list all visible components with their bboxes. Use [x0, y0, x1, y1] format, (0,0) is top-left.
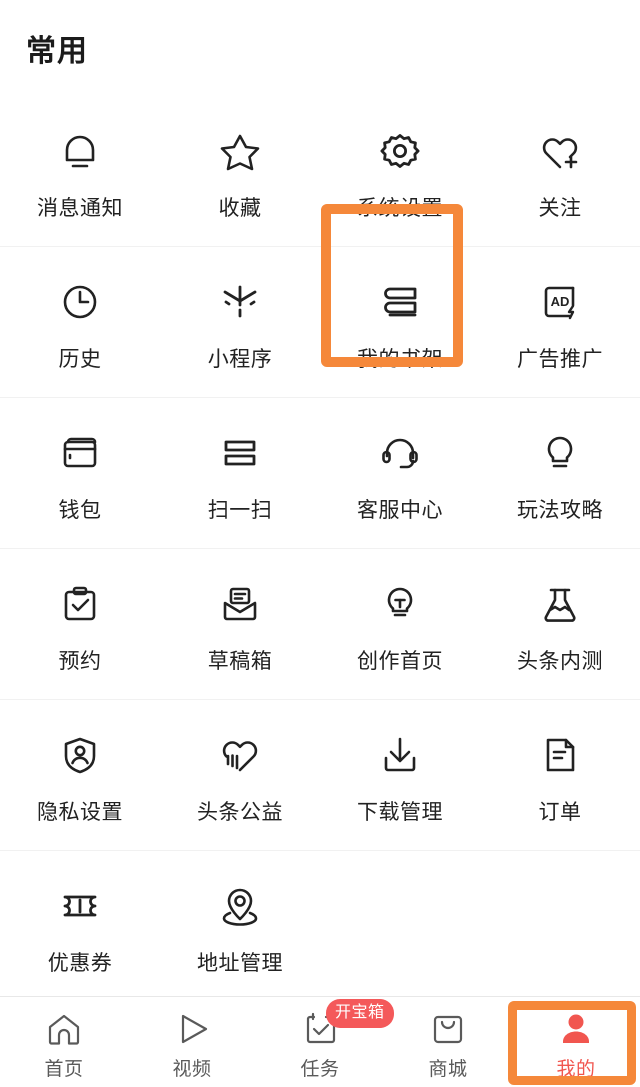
grid-item-label: 客服中心 — [357, 499, 443, 522]
grid-row: 消息通知 收藏 系统设置 关注 — [0, 96, 640, 247]
download-icon — [371, 726, 429, 784]
grid-item-toutiao-charity[interactable]: 头条公益 — [160, 700, 320, 850]
grid-item-label: 收藏 — [218, 197, 262, 220]
grid-item-label: 订单 — [538, 801, 582, 824]
grid-item-system-settings[interactable]: 系统设置 — [320, 96, 480, 246]
nav-item-tasks[interactable]: 开宝箱 任务 — [256, 997, 394, 1087]
flask-icon — [531, 575, 589, 633]
headset-icon — [371, 424, 429, 482]
grid-item-download-manager[interactable]: 下载管理 — [320, 700, 480, 850]
grid-item-label: 历史 — [58, 348, 102, 371]
bulb-text-icon — [371, 575, 429, 633]
shield-person-icon — [51, 726, 109, 784]
grid-item-appointment[interactable]: 预约 — [0, 549, 160, 699]
grid-item-label: 创作首页 — [357, 650, 443, 673]
home-icon — [43, 1008, 85, 1050]
grid-item-drafts[interactable]: 草稿箱 — [160, 549, 320, 699]
grid-item-label: 头条公益 — [197, 801, 283, 824]
nav-item-mall[interactable]: 商城 — [384, 997, 512, 1087]
bookshelf-icon — [371, 273, 429, 331]
grid-item-creation-home[interactable]: 创作首页 — [320, 549, 480, 699]
play-icon — [171, 1008, 213, 1050]
grid-item-wallet[interactable]: 钱包 — [0, 398, 160, 548]
grid-item-message-notification[interactable]: 消息通知 — [0, 96, 160, 246]
grid-item-my-bookshelf[interactable]: 我的书架 — [320, 247, 480, 397]
grid-item-label: 扫一扫 — [207, 499, 273, 522]
nav-item-label: 商城 — [428, 1058, 468, 1080]
grid-item-label: 草稿箱 — [207, 650, 273, 673]
heart-plus-icon — [531, 122, 589, 180]
grid-item-scan[interactable]: 扫一扫 — [160, 398, 320, 548]
grid-item-label: 消息通知 — [37, 197, 123, 220]
nav-item-video[interactable]: 视频 — [128, 997, 256, 1087]
wallet-icon — [51, 424, 109, 482]
grid-item-orders[interactable]: 订单 — [480, 700, 640, 850]
grid-item-history[interactable]: 历史 — [0, 247, 160, 397]
person-icon — [555, 1008, 597, 1050]
grid-item-label: 预约 — [58, 650, 102, 673]
bottom-navigation-bar: 首页 视频 开宝箱 任务 商城 我的 — [0, 996, 640, 1087]
shortcut-grid: 消息通知 收藏 系统设置 关注 历史 小程序 我的书架 AD 广告推广 钱包 扫… — [0, 96, 640, 1002]
grid-item-label: 系统设置 — [357, 197, 443, 220]
ad-icon: AD — [531, 273, 589, 331]
grid-item-label: 钱包 — [58, 499, 102, 522]
bell-icon — [51, 122, 109, 180]
grid-item-gameplay-guide[interactable]: 玩法攻略 — [480, 398, 640, 548]
grid-item-privacy-settings[interactable]: 隐私设置 — [0, 700, 160, 850]
grid-item-label: 玩法攻略 — [517, 499, 603, 522]
nav-item-label: 任务 — [300, 1058, 340, 1080]
nav-item-mine[interactable]: 我的 — [512, 997, 640, 1087]
clock-icon — [51, 273, 109, 331]
shopping-bag-icon — [427, 1008, 469, 1050]
draft-envelope-icon — [211, 575, 269, 633]
lightbulb-icon — [531, 424, 589, 482]
grid-item-label: 广告推广 — [517, 348, 603, 371]
document-icon — [531, 726, 589, 784]
page-title: 常用 — [26, 35, 88, 68]
grid-item-ad-promotion[interactable]: AD 广告推广 — [480, 247, 640, 397]
clipboard-check-icon — [51, 575, 109, 633]
heart-hand-icon — [211, 726, 269, 784]
gear-icon — [371, 122, 429, 180]
grid-item-label: 头条内测 — [517, 650, 603, 673]
grid-item-toutiao-beta[interactable]: 头条内测 — [480, 549, 640, 699]
svg-text:AD: AD — [551, 294, 570, 309]
page-header: 常用 — [0, 0, 640, 96]
nav-item-home[interactable]: 首页 — [0, 997, 128, 1087]
nav-item-label: 视频 — [172, 1058, 212, 1080]
location-pin-icon — [211, 877, 269, 935]
coupon-ticket-icon — [51, 877, 109, 935]
star-icon — [211, 122, 269, 180]
grid-item-label: 隐私设置 — [37, 801, 123, 824]
grid-item-customer-service[interactable]: 客服中心 — [320, 398, 480, 548]
nav-item-label: 首页 — [44, 1058, 84, 1080]
grid-item-address-manager[interactable]: 地址管理 — [160, 851, 320, 1001]
grid-item-coupon[interactable]: 优惠券 — [0, 851, 160, 1001]
grid-item-mini-program[interactable]: 小程序 — [160, 247, 320, 397]
grid-row: 隐私设置 头条公益 下载管理 订单 — [0, 700, 640, 851]
mini-program-icon — [211, 273, 269, 331]
scan-icon — [211, 424, 269, 482]
grid-item-label: 优惠券 — [47, 952, 113, 975]
grid-row: 钱包 扫一扫 客服中心 玩法攻略 — [0, 398, 640, 549]
grid-item-follow[interactable]: 关注 — [480, 96, 640, 246]
grid-item-label: 小程序 — [207, 348, 273, 371]
grid-item-favorites[interactable]: 收藏 — [160, 96, 320, 246]
grid-item-label: 我的书架 — [357, 348, 443, 371]
grid-item-label: 地址管理 — [197, 952, 283, 975]
grid-item-label: 下载管理 — [357, 801, 443, 824]
nav-item-label: 我的 — [556, 1058, 596, 1080]
grid-row: 预约 草稿箱 创作首页 头条内测 — [0, 549, 640, 700]
grid-row: 优惠券 地址管理 — [0, 851, 640, 1002]
grid-row: 历史 小程序 我的书架 AD 广告推广 — [0, 247, 640, 398]
grid-item-label: 关注 — [538, 197, 582, 220]
